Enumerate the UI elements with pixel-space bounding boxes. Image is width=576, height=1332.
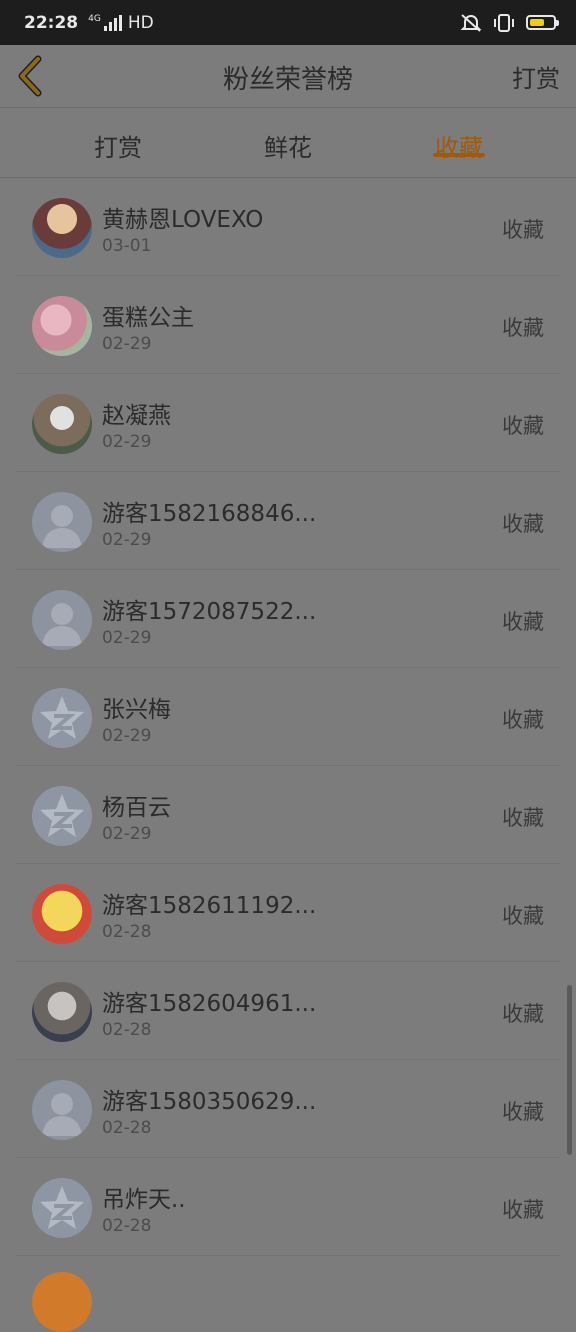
avatar[interactable] — [32, 590, 92, 650]
fan-date: 02-28 — [102, 922, 152, 942]
avatar[interactable] — [32, 786, 92, 846]
qzone-star-icon — [40, 1186, 84, 1229]
fan-name: 游客1582168846... — [102, 501, 317, 527]
avatar[interactable] — [32, 982, 92, 1042]
fan-action: 收藏 — [502, 414, 544, 438]
fan-date: 02-28 — [102, 1216, 152, 1236]
fan-action: 收藏 — [502, 904, 544, 928]
tab-label: 鲜花 — [264, 134, 312, 162]
fan-date: 02-29 — [102, 726, 152, 746]
list-item[interactable]: 蛋糕公主 02-29 收藏 — [16, 276, 560, 374]
fan-name: 赵凝燕 — [102, 403, 171, 429]
list-item[interactable]: 张兴梅 02-29 收藏 — [16, 668, 560, 766]
fan-action: 收藏 — [502, 218, 544, 242]
list-item[interactable]: 赵凝燕 02-29 收藏 — [16, 374, 560, 472]
avatar[interactable] — [32, 492, 92, 552]
qzone-star-icon — [40, 696, 84, 739]
hd-label: HD — [127, 12, 154, 33]
fan-name: 蛋糕公主 — [102, 305, 194, 331]
tab-favorites[interactable]: 收藏 — [433, 108, 485, 163]
list-item[interactable]: 游客1580350629... 02-28 收藏 — [16, 1060, 560, 1158]
signal-icon — [103, 14, 122, 31]
fan-action: 收藏 — [502, 512, 544, 536]
fan-date: 02-29 — [102, 334, 152, 354]
status-time: 22:28 — [24, 12, 79, 33]
fan-action: 收藏 — [502, 806, 544, 830]
fan-name: 黄赫恩LOVEXO — [102, 207, 264, 233]
avatar[interactable] — [32, 296, 92, 356]
fan-name: 游客1582611192... — [102, 893, 317, 919]
fan-name: 游客1572087522... — [102, 599, 317, 625]
fan-action: 收藏 — [502, 708, 544, 732]
fan-date: 02-29 — [102, 824, 152, 844]
avatar[interactable] — [32, 1272, 92, 1332]
fan-date: 02-29 — [102, 530, 152, 550]
list-item[interactable]: 游客1572087522... 02-29 收藏 — [16, 570, 560, 668]
network-indicator: 4G HD — [88, 13, 154, 33]
fan-list: 黄赫恩LOVEXO 03-01 收藏 蛋糕公主 02-29 收藏 赵凝燕 02-… — [16, 178, 560, 1256]
fan-action: 收藏 — [502, 610, 544, 634]
list-item[interactable]: 吊炸天.. 02-28 收藏 — [16, 1158, 560, 1256]
fan-date: 02-29 — [102, 432, 152, 452]
fan-name: 吊炸天.. — [102, 1187, 186, 1213]
network-type: 4G — [88, 13, 101, 24]
list-item[interactable]: 游客1582168846... 02-29 收藏 — [16, 472, 560, 570]
mute-icon — [460, 13, 482, 32]
tab-reward[interactable]: 打赏 — [93, 108, 143, 163]
avatar[interactable] — [32, 688, 92, 748]
tab-active-indicator — [433, 153, 485, 157]
reward-button[interactable]: 打赏 — [512, 59, 560, 94]
list-item[interactable]: 杨百云 02-29 收藏 — [16, 766, 560, 864]
avatar[interactable] — [32, 884, 92, 944]
avatar[interactable] — [32, 394, 92, 454]
fan-date: 02-29 — [102, 628, 152, 648]
default-user-icon — [42, 603, 82, 646]
fan-date: 02-28 — [102, 1020, 152, 1040]
fan-name: 杨百云 — [102, 795, 171, 821]
tab-bar: 打赏 鲜花 收藏 — [0, 108, 576, 178]
default-user-icon — [42, 1093, 82, 1136]
fan-action: 收藏 — [502, 1100, 544, 1124]
fan-name: 游客1580350629... — [102, 1089, 317, 1115]
fan-action: 收藏 — [502, 316, 544, 340]
fan-action: 收藏 — [502, 1198, 544, 1222]
avatar[interactable] — [32, 198, 92, 258]
list-item[interactable]: 黄赫恩LOVEXO 03-01 收藏 — [16, 178, 560, 276]
list-item[interactable]: 游客1582604961... 02-28 收藏 — [16, 962, 560, 1060]
fan-name: 游客1582604961... — [102, 991, 317, 1017]
qzone-star-icon — [40, 794, 84, 837]
list-item[interactable]: 游客1582611192... 02-28 收藏 — [16, 864, 560, 962]
scrollbar[interactable] — [567, 985, 572, 1155]
vibrate-icon — [494, 13, 514, 32]
default-user-icon — [42, 505, 82, 548]
fan-date: 03-01 — [102, 236, 152, 256]
tab-label: 收藏 — [435, 134, 483, 162]
avatar[interactable] — [32, 1178, 92, 1238]
tab-flowers[interactable]: 鲜花 — [263, 108, 313, 163]
fan-name: 张兴梅 — [102, 697, 171, 723]
avatar[interactable] — [32, 1080, 92, 1140]
page-title: 粉丝荣誉榜 — [222, 65, 353, 95]
fan-date: 02-28 — [102, 1118, 152, 1138]
tab-label: 打赏 — [94, 134, 142, 162]
app-header: 粉丝荣誉榜 打赏 — [0, 45, 576, 108]
fan-action: 收藏 — [502, 1002, 544, 1026]
battery-icon — [526, 15, 559, 30]
status-bar: 22:28 4G HD — [0, 0, 576, 45]
